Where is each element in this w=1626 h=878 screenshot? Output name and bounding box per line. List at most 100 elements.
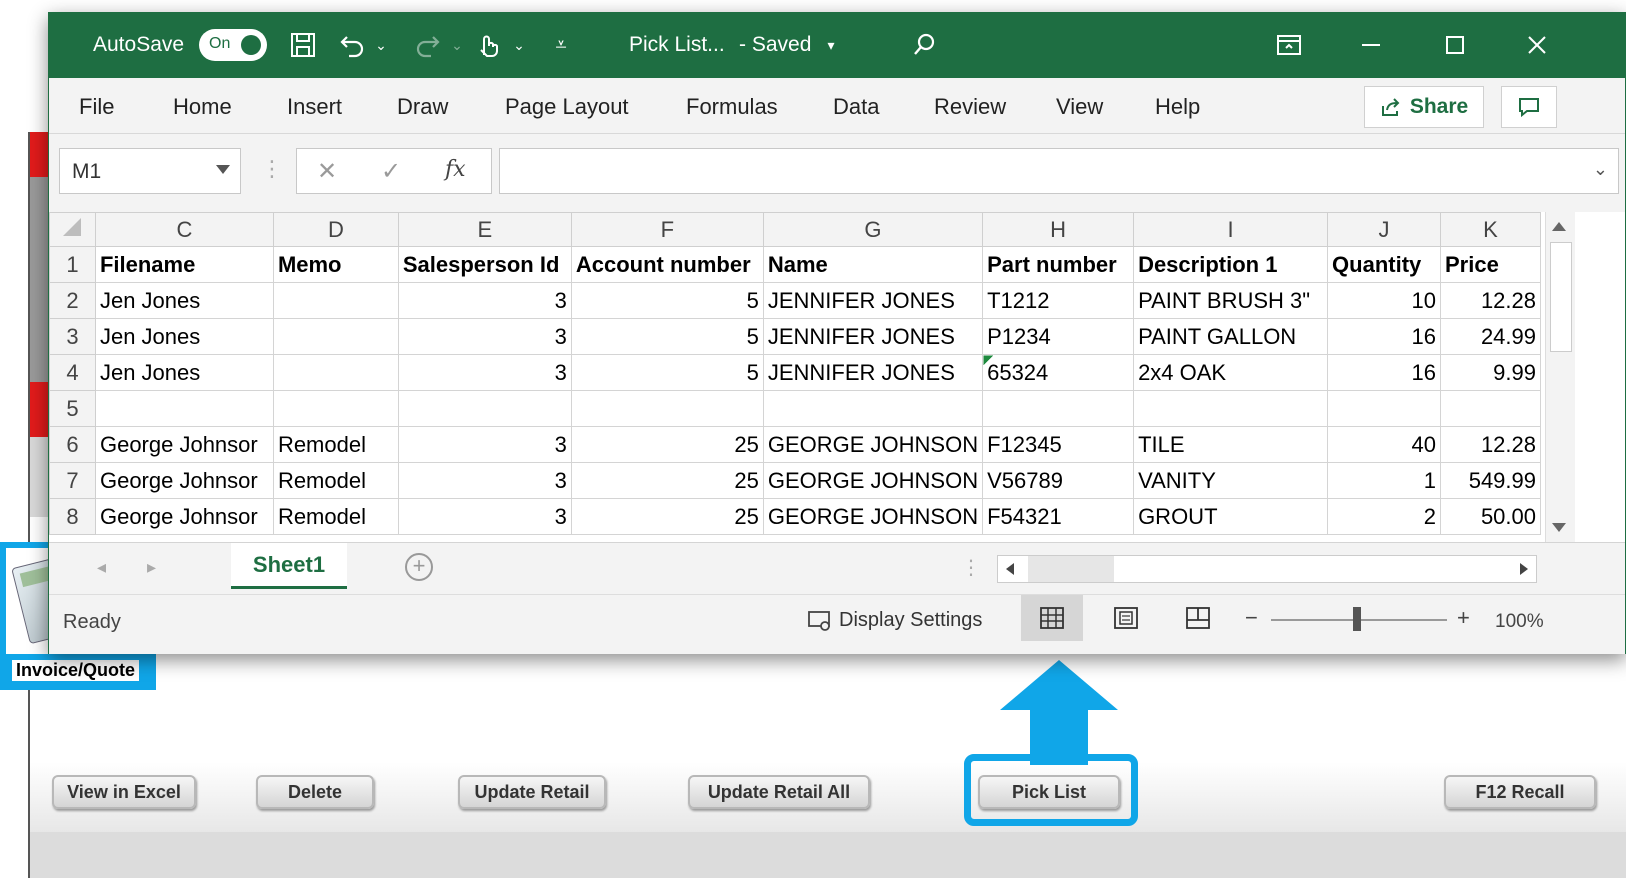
horizontal-scrollbar[interactable] [997, 555, 1537, 583]
row-header[interactable]: 7 [49, 462, 96, 499]
zoom-level[interactable]: 100% [1495, 611, 1544, 633]
cell[interactable]: 3 [397, 354, 572, 391]
menu-home[interactable]: Home [173, 94, 232, 120]
cell[interactable]: 12.28 [1440, 282, 1541, 319]
cell[interactable]: F12345 [982, 426, 1135, 463]
scroll-down-icon[interactable] [1552, 523, 1566, 532]
cell[interactable] [982, 390, 1135, 427]
f12-recall-button[interactable]: F12 Recall [1444, 775, 1596, 809]
cell[interactable]: Filename [94, 246, 274, 283]
horizontal-scroll-thumb[interactable] [1028, 556, 1114, 582]
minimize-icon[interactable] [1353, 27, 1389, 63]
zoom-in-icon[interactable]: + [1457, 605, 1470, 631]
search-icon[interactable] [907, 27, 943, 63]
row-header[interactable]: 2 [49, 282, 96, 319]
cell[interactable]: Memo [272, 246, 399, 283]
enter-icon[interactable]: ✓ [381, 157, 401, 186]
menu-file[interactable]: File [79, 94, 114, 120]
row-header[interactable]: 5 [49, 390, 96, 427]
cell[interactable]: TILE [1133, 426, 1329, 463]
close-icon[interactable] [1519, 27, 1555, 63]
cell[interactable]: 9.99 [1440, 354, 1541, 391]
file-name[interactable]: Pick List... [629, 33, 725, 57]
cell[interactable]: 25 [570, 462, 764, 499]
cell[interactable]: F54321 [982, 498, 1135, 535]
view-in-excel-button[interactable]: View in Excel [52, 775, 196, 809]
customize-toolbar-icon[interactable]: ⩡ [543, 27, 579, 63]
cancel-icon[interactable]: ✕ [317, 157, 337, 186]
worksheet-grid[interactable]: C D E F G H I J K 1 Filename Memo Salespers… [49, 212, 1541, 542]
menu-view[interactable]: View [1056, 94, 1103, 120]
column-header[interactable]: K [1440, 212, 1541, 247]
cell[interactable]: 3 [397, 462, 572, 499]
row-header[interactable]: 1 [49, 246, 96, 283]
cell[interactable]: P1234 [982, 318, 1135, 355]
comments-button[interactable] [1501, 86, 1557, 128]
cell[interactable] [1440, 390, 1541, 427]
column-header[interactable]: E [397, 212, 572, 247]
cell[interactable]: 3 [397, 426, 572, 463]
cell[interactable]: Account number [570, 246, 764, 283]
next-sheet-icon[interactable]: ▸ [147, 557, 156, 578]
cell[interactable] [1327, 390, 1441, 427]
update-retail-all-button[interactable]: Update Retail All [688, 775, 870, 809]
cell[interactable]: T1212 [982, 282, 1135, 319]
cell[interactable] [762, 390, 984, 427]
menu-data[interactable]: Data [833, 94, 879, 120]
column-header[interactable]: I [1133, 212, 1329, 247]
cell[interactable]: JENNIFER JONES [762, 282, 984, 319]
name-box[interactable]: M1 [59, 148, 241, 194]
cell[interactable]: Jen Jones [94, 282, 274, 319]
cell[interactable]: 24.99 [1440, 318, 1541, 355]
cell[interactable]: George Johnsor [94, 462, 274, 499]
cell[interactable]: George Johnsor [94, 426, 274, 463]
cell[interactable]: VANITY [1133, 462, 1329, 499]
row-header[interactable]: 4 [49, 354, 96, 391]
cell[interactable]: 5 [570, 318, 764, 355]
row-header[interactable]: 3 [49, 318, 96, 355]
cell[interactable]: GEORGE JOHNSON [762, 426, 984, 463]
cell[interactable]: GEORGE JOHNSON [762, 498, 984, 535]
cell[interactable]: 16 [1327, 318, 1441, 355]
cell[interactable]: JENNIFER JONES [762, 354, 984, 391]
menu-page-layout[interactable]: Page Layout [505, 94, 629, 120]
column-header[interactable]: H [982, 212, 1135, 247]
cell[interactable]: George Johnsor [94, 498, 274, 535]
add-sheet-icon[interactable]: + [405, 553, 433, 581]
menu-formulas[interactable]: Formulas [686, 94, 778, 120]
cell[interactable]: Jen Jones [94, 318, 274, 355]
cell[interactable]: 549.99 [1440, 462, 1541, 499]
cell[interactable]: 50.00 [1440, 498, 1541, 535]
cell[interactable]: Quantity [1327, 246, 1441, 283]
cell[interactable]: 3 [397, 282, 572, 319]
cell[interactable]: Remodel [272, 426, 399, 463]
cell[interactable] [1133, 390, 1329, 427]
cell[interactable]: 25 [570, 498, 764, 535]
formula-input[interactable]: ⌄ [499, 148, 1619, 194]
scroll-right-icon[interactable] [1520, 563, 1528, 575]
cell[interactable]: 5 [570, 282, 764, 319]
menu-draw[interactable]: Draw [397, 94, 448, 120]
cell[interactable] [272, 318, 399, 355]
cell[interactable]: 40 [1327, 426, 1441, 463]
normal-view-button[interactable] [1021, 595, 1083, 641]
touch-dropdown-icon[interactable]: ⌄ [509, 27, 529, 63]
maximize-icon[interactable] [1437, 27, 1473, 63]
cell[interactable]: JENNIFER JONES [762, 318, 984, 355]
save-status[interactable]: - Saved [739, 33, 811, 57]
row-header[interactable]: 8 [49, 498, 96, 535]
autosave-toggle[interactable]: On [199, 29, 267, 61]
cell[interactable]: GEORGE JOHNSON [762, 462, 984, 499]
select-all-corner[interactable] [49, 212, 96, 247]
page-layout-view-button[interactable] [1095, 595, 1157, 641]
cell[interactable]: 3 [397, 318, 572, 355]
cell[interactable]: Price [1440, 246, 1541, 283]
zoom-out-icon[interactable]: − [1245, 605, 1258, 631]
column-header[interactable]: G [762, 212, 984, 247]
cell[interactable] [272, 390, 399, 427]
cell[interactable]: Description 1 [1133, 246, 1329, 283]
sheet-tab-sheet1[interactable]: Sheet1 [231, 543, 347, 589]
share-button[interactable]: Share [1364, 86, 1484, 128]
undo-icon[interactable] [335, 27, 371, 63]
ribbon-display-icon[interactable] [1271, 27, 1307, 63]
